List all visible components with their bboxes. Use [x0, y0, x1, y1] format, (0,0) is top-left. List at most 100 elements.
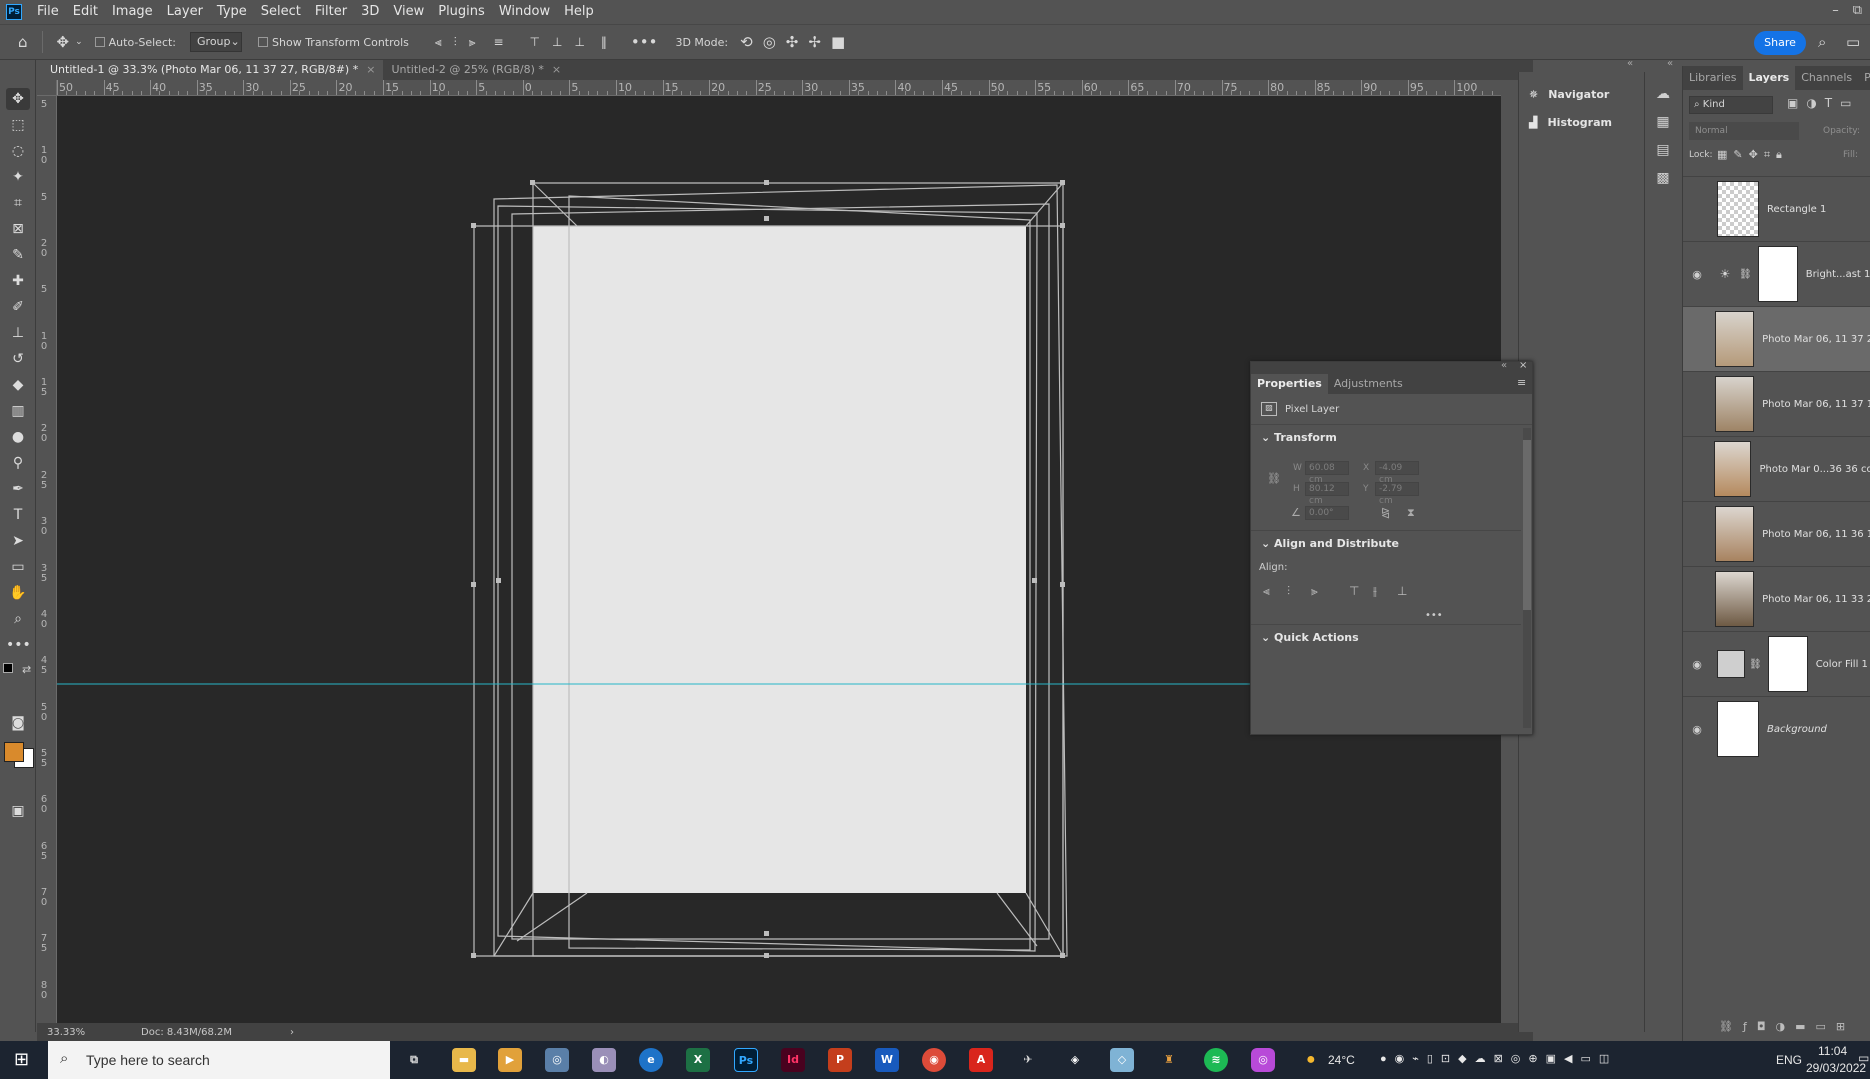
windows-start-icon[interactable]: ⊞: [14, 1049, 29, 1070]
angle-field[interactable]: 0.00°: [1305, 506, 1349, 520]
align-bottom-icon[interactable]: ⊥: [574, 35, 584, 49]
marquee-tool-icon[interactable]: ⬚: [6, 114, 30, 136]
eyedropper-tool-icon[interactable]: ✎: [6, 244, 30, 266]
app-icon[interactable]: ✈: [1016, 1048, 1040, 1072]
menu-help[interactable]: Help: [557, 0, 601, 24]
home-icon[interactable]: ⌂: [18, 33, 28, 51]
layers-footer-icons[interactable]: ⛓ƒ◘◑▬▭⊞: [1719, 1020, 1855, 1033]
photoshop-taskbar-icon[interactable]: Ps: [734, 1048, 758, 1072]
chrome-icon[interactable]: ◉: [922, 1048, 946, 1072]
handle[interactable]: [471, 582, 476, 587]
blur-tool-icon[interactable]: ●: [6, 426, 30, 448]
clone-stamp-tool-icon[interactable]: ⊥: [6, 322, 30, 344]
weather-icon[interactable]: ●: [1306, 1051, 1316, 1069]
close-icon[interactable]: ×: [1519, 360, 1527, 371]
align-horizontal-centers-icon[interactable]: ⫶: [1287, 584, 1290, 599]
spotify-icon[interactable]: ≋: [1204, 1048, 1228, 1072]
zoom-level[interactable]: 33.33%: [47, 1027, 117, 1038]
search-icon[interactable]: ⌕: [1818, 33, 1826, 51]
app-icon[interactable]: ◎: [545, 1048, 569, 1072]
close-icon[interactable]: ×: [552, 63, 561, 76]
chevron-right-icon[interactable]: ›: [290, 1027, 294, 1038]
hand-tool-icon[interactable]: ✋: [6, 582, 30, 604]
workspace-icon[interactable]: ▭: [1846, 33, 1860, 51]
pan-3d-icon[interactable]: ✣: [786, 33, 799, 51]
eye-icon[interactable]: ◉: [1683, 723, 1711, 736]
handle[interactable]: [1032, 578, 1037, 583]
tab-properties[interactable]: Properties: [1251, 374, 1328, 394]
system-tray-icons[interactable]: ●◉⌁▯⊡◆☁⊠◎⊕▣◀▭◫: [1380, 1052, 1617, 1065]
app-icon[interactable]: ◎: [1251, 1048, 1275, 1072]
ruler-horizontal[interactable]: 50 45 40 35 30 25 20 15 10 5 0 5 10 15 20 25 30 35 40 45 50 5…: [57, 80, 1501, 96]
tab-adjustments[interactable]: Adjustments: [1328, 374, 1409, 394]
notifications-icon[interactable]: ▭: [1858, 1051, 1869, 1065]
media-app-icon[interactable]: ▶: [498, 1048, 522, 1072]
swap-colors-icon[interactable]: ⇄: [22, 663, 31, 676]
align-left-icon[interactable]: ⫷: [435, 35, 442, 50]
menu-view[interactable]: View: [386, 0, 431, 24]
collapse-icon[interactable]: «: [1667, 58, 1673, 69]
app-icon[interactable]: ◇: [1110, 1048, 1134, 1072]
pen-tool-icon[interactable]: ✒: [6, 478, 30, 500]
crop-tool-icon[interactable]: ⌗: [6, 192, 30, 214]
restore-button[interactable]: ⧉: [1853, 0, 1862, 22]
align-right-icon[interactable]: ⫸: [469, 35, 476, 50]
link-icon[interactable]: ⛓: [1267, 472, 1281, 485]
distribute-vertical-icon[interactable]: ‖: [601, 35, 607, 49]
menu-type[interactable]: Type: [210, 0, 254, 24]
collapse-icon[interactable]: «: [1627, 58, 1633, 69]
eraser-tool-icon[interactable]: ◆: [6, 374, 30, 396]
eye-icon[interactable]: ◉: [1683, 658, 1711, 671]
default-colors-icon[interactable]: [3, 663, 13, 673]
layer-row[interactable]: Photo Mar 06, 11 36 15: [1683, 501, 1870, 566]
slide-3d-icon[interactable]: ✢: [808, 33, 821, 51]
show-transform-checkbox[interactable]: [258, 37, 269, 47]
task-view-icon[interactable]: ⧉: [402, 1048, 426, 1072]
menu-file[interactable]: File: [30, 0, 66, 24]
healing-brush-tool-icon[interactable]: ✚: [6, 270, 30, 292]
history-brush-tool-icon[interactable]: ↺: [6, 348, 30, 370]
chevron-down-icon[interactable]: ⌄: [75, 37, 83, 47]
word-icon[interactable]: W: [875, 1048, 899, 1072]
doc-size[interactable]: Doc: 8.43M/68.2M: [141, 1027, 232, 1038]
menu-select[interactable]: Select: [254, 0, 308, 24]
menu-window[interactable]: Window: [492, 0, 557, 24]
layer-row[interactable]: Rectangle 1: [1683, 176, 1870, 241]
tab-untitled-1[interactable]: Untitled-1 @ 33.3% (Photo Mar 06, 11 37 …: [42, 60, 384, 80]
x-field[interactable]: -4.09 cm: [1375, 461, 1419, 485]
layer-row[interactable]: Photo Mar 06, 11 33 29: [1683, 566, 1870, 631]
taskbar-search[interactable]: ⌕ Type here to search: [48, 1041, 390, 1079]
align-vertical-centers-icon[interactable]: ⫲: [1373, 584, 1377, 599]
scale-3d-icon[interactable]: ■: [831, 33, 845, 51]
more-align-options[interactable]: •••: [1425, 610, 1443, 621]
roll-3d-icon[interactable]: ◎: [763, 33, 776, 51]
move-tool-icon[interactable]: ✥: [57, 33, 70, 51]
magic-wand-tool-icon[interactable]: ✦: [6, 166, 30, 188]
histogram-panel-button[interactable]: ▟ Histogram: [1519, 108, 1644, 136]
app-icon[interactable]: ◐: [592, 1048, 616, 1072]
collapse-icon[interactable]: «: [1501, 360, 1507, 371]
powerpoint-icon[interactable]: P: [828, 1048, 852, 1072]
handle[interactable]: [471, 223, 476, 228]
height-field[interactable]: 80.12 cm: [1305, 482, 1349, 506]
app-icon[interactable]: ♜: [1157, 1048, 1181, 1072]
handle[interactable]: [471, 953, 476, 958]
path-selection-tool-icon[interactable]: ➤: [6, 530, 30, 552]
brush-tool-icon[interactable]: ✐: [6, 296, 30, 318]
handle[interactable]: [1060, 223, 1065, 228]
handle[interactable]: [764, 931, 769, 936]
orbit-3d-icon[interactable]: ⟲: [740, 33, 753, 51]
tab-untitled-2[interactable]: Untitled-2 @ 25% (RGB/8) * ×: [383, 60, 569, 80]
handle[interactable]: [530, 180, 535, 185]
scrollbar-thumb[interactable]: [1523, 440, 1531, 610]
align-center-icon[interactable]: ⫶: [454, 35, 457, 50]
layer-row[interactable]: Photo Mar 06, 11 37 27: [1683, 306, 1870, 371]
eye-icon[interactable]: ◉: [1683, 268, 1711, 281]
layer-row[interactable]: ◉ ☀ ⛓ Bright...ast 1: [1683, 241, 1870, 306]
share-button[interactable]: Share: [1754, 31, 1806, 55]
menu-edit[interactable]: Edit: [66, 0, 105, 24]
layer-filter-select[interactable]: ⌕ Kind: [1689, 96, 1773, 114]
dodge-tool-icon[interactable]: ⚲: [6, 452, 30, 474]
handle[interactable]: [496, 578, 501, 583]
menu-filter[interactable]: Filter: [308, 0, 354, 24]
